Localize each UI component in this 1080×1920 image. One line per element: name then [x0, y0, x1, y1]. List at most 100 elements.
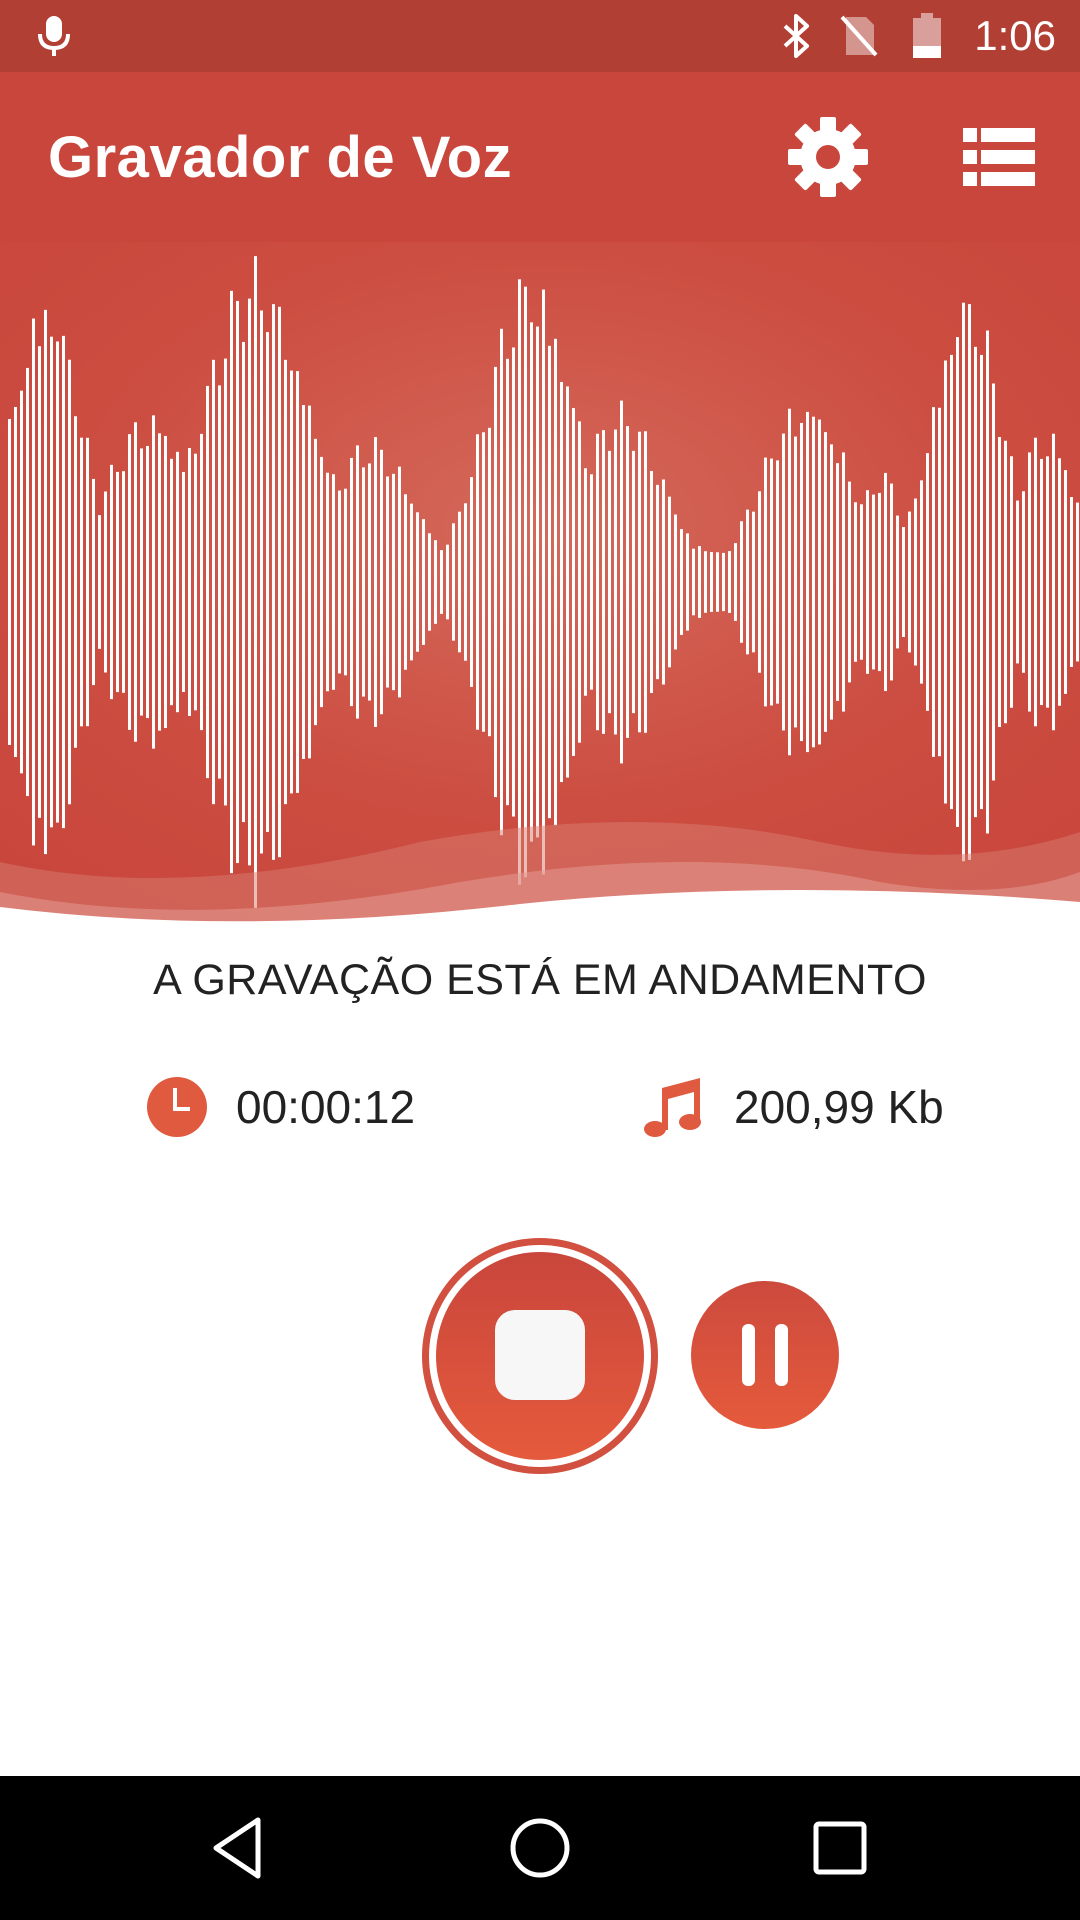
waveform-bar: [890, 483, 893, 681]
waveform-bar: [626, 426, 629, 738]
app-header: Gravador de Voz: [0, 72, 1080, 242]
waveform-bar: [1034, 437, 1037, 727]
waveform-bar: [476, 434, 479, 730]
waveform-bar: [50, 336, 53, 828]
waveform-bar: [956, 337, 959, 827]
waveform-bar: [620, 400, 623, 764]
waveform-bar: [728, 551, 731, 613]
settings-icon: [788, 117, 868, 197]
waveform-bar: [404, 494, 407, 670]
waveform-bar: [386, 476, 389, 688]
waveform-bar: [110, 464, 113, 700]
waveform-bar: [272, 304, 275, 860]
waveform-bar: [860, 504, 863, 660]
waveform-bar: [1010, 456, 1013, 708]
waveform-bar: [1040, 458, 1043, 706]
pause-button[interactable]: [690, 1280, 840, 1430]
waveform-bar: [434, 540, 437, 624]
waveform-bar: [500, 328, 503, 836]
waveform-bar: [572, 408, 575, 756]
waveform-bar: [986, 330, 989, 834]
waveform-bar: [392, 473, 395, 691]
waveform-bar: [824, 432, 827, 732]
waveform-bar: [344, 488, 347, 676]
waveform-bar: [398, 466, 401, 698]
waveform-bar: [932, 407, 935, 757]
waveform-bar: [368, 463, 371, 701]
recents-button[interactable]: [800, 1808, 880, 1888]
navigation-bar: [0, 1776, 1080, 1920]
waveform-bar: [176, 451, 179, 713]
stop-button[interactable]: [420, 1236, 660, 1476]
home-button[interactable]: [500, 1808, 580, 1888]
waveform-bar: [104, 491, 107, 673]
waveform-bar: [776, 460, 779, 704]
elapsed-time: 00:00:12: [236, 1081, 416, 1133]
bluetooth-icon: [780, 0, 814, 72]
waveform-bar: [248, 298, 251, 866]
waveform-bar: [1076, 502, 1079, 662]
waveform-bar: [308, 405, 311, 759]
waveform-bar: [1046, 456, 1049, 708]
waveform-bar: [524, 286, 527, 878]
stop-icon: [495, 1310, 585, 1400]
waveform-bar: [1058, 458, 1061, 706]
recents-icon: [813, 1821, 867, 1875]
waveform-bar: [32, 318, 35, 846]
waveform-bar: [842, 452, 845, 712]
waveform-bar: [920, 480, 923, 684]
waveform-bar: [596, 433, 599, 731]
waveform-bar: [554, 338, 557, 826]
status-time: 1:06: [974, 12, 1056, 59]
waveform-bar: [722, 552, 725, 612]
waveform-bar: [512, 347, 515, 817]
waveform-bar: [20, 390, 23, 774]
waveform-bar: [590, 474, 593, 690]
waveform-bar: [428, 533, 431, 631]
waveform-bar: [680, 529, 683, 635]
recording-status-text: A GRAVAÇÃO ESTÁ EM ANDAMENTO: [153, 956, 927, 1004]
waveform-bar: [44, 309, 47, 855]
waveform-bar: [68, 359, 71, 805]
waveform-bar: [464, 503, 467, 661]
waveform-bar: [338, 490, 341, 674]
waveform-bar: [536, 326, 539, 838]
waveform-bar: [254, 256, 257, 908]
status-bar: 1:06: [0, 0, 1080, 72]
waveform-bar: [116, 471, 119, 693]
waveform-bar: [134, 422, 137, 742]
waveform-bar: [380, 449, 383, 715]
waveform-bar: [638, 431, 641, 733]
waveform-bar: [560, 381, 563, 783]
waveform-bar: [362, 467, 365, 697]
waveform-bar: [566, 386, 569, 778]
back-button[interactable]: [200, 1808, 280, 1888]
waveform-bar: [530, 322, 533, 842]
waveform-bar: [866, 490, 869, 674]
waveform-bar: [212, 359, 215, 805]
waveform-bar: [836, 463, 839, 701]
waveform-bar: [788, 408, 791, 756]
waveform-bar: [278, 306, 281, 858]
waveform-bar: [848, 481, 851, 683]
settings-button[interactable]: [783, 112, 873, 202]
waveform-bar: [1064, 470, 1067, 694]
waveform-bar: [998, 436, 1001, 728]
music-note-icon: [644, 1078, 701, 1137]
waveform-bar: [602, 430, 605, 734]
waveform-bar: [8, 419, 11, 745]
elapsed-time-stat: 00:00:12: [146, 1072, 415, 1142]
waveform-bar: [182, 471, 185, 693]
waveform-bar: [266, 332, 269, 832]
waveform-bar: [422, 519, 425, 645]
list-button[interactable]: [953, 112, 1043, 202]
waveform-bar: [1016, 500, 1019, 664]
waveform-bar: [542, 289, 545, 875]
waveform-bar: [224, 358, 227, 806]
waveform-bar: [158, 433, 161, 731]
waveform-bar: [314, 438, 317, 726]
waveform-bar: [902, 527, 905, 637]
waveform-bar: [674, 514, 677, 650]
no-sim-icon: [838, 0, 880, 72]
clock-icon: [147, 1077, 207, 1137]
